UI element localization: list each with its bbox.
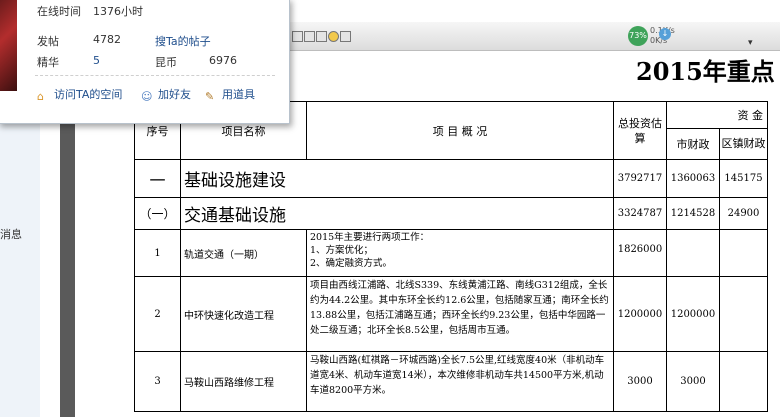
row-index: 一 xyxy=(134,159,181,198)
online-time-value: 1376小时 xyxy=(93,5,143,18)
row-city: 1360063 xyxy=(666,159,720,198)
user-info-card: 在线时间 1376小时 发帖 4782 搜Ta的帖子 精华 5 昆币 6976 … xyxy=(0,0,290,124)
row-name: 马鞍山西路维修工程 xyxy=(180,351,307,412)
row-total: 1200000 xyxy=(613,276,667,352)
sidebar-label: 消息 xyxy=(0,228,22,241)
card-divider xyxy=(35,75,275,76)
house-icon: ⌂ xyxy=(37,90,44,103)
essence-value[interactable]: 5 xyxy=(93,54,100,67)
row-total: 1826000 xyxy=(613,229,667,277)
header-overview: 项 目 概 况 xyxy=(306,101,614,160)
visit-space-label: 访问TA的空间 xyxy=(54,88,123,101)
download-icon[interactable]: ↓ xyxy=(659,28,671,40)
row-name: 基础设施建设 xyxy=(180,159,614,198)
row-overview: 项目由西线江浦路、北线S339、东线黄浦江路、南线G312组成，全长约为44.2… xyxy=(306,276,614,352)
row-index: 2 xyxy=(134,276,181,352)
viewer-toolbar: 73% 0.1K/s 0K/s ↓ ▾ xyxy=(288,22,780,51)
row-district xyxy=(719,229,768,277)
row-district: 24900 xyxy=(719,197,768,230)
table-row: 2 中环快速化改造工程 项目由西线江浦路、北线S339、东线黄浦江路、南线G31… xyxy=(134,276,768,352)
toolbar-button-1[interactable] xyxy=(292,31,303,42)
row-district: 145175 xyxy=(719,159,768,198)
row-name: 交通基础设施 xyxy=(180,197,614,230)
row-name: 中环快速化改造工程 xyxy=(180,276,307,352)
table-row: 1 轨道交通（一期） 2015年主要进行两项工作： 1、方案优化； 2、确定融资… xyxy=(134,229,768,277)
toolbar-button-3[interactable] xyxy=(316,31,327,42)
row-city xyxy=(666,229,720,277)
table-row: （一） 交通基础设施 3324787 1214528 24900 xyxy=(134,197,768,230)
table-row: 一 基础设施建设 3792717 1360063 145175 xyxy=(134,159,768,198)
row-index: 1 xyxy=(134,229,181,277)
coins-value: 6976 xyxy=(209,54,237,67)
toolbar-button-5[interactable] xyxy=(340,31,351,42)
row-index: （一） xyxy=(134,197,181,230)
row-total: 3000 xyxy=(613,351,667,412)
add-friend-button[interactable]: ☺ 加好友 xyxy=(141,86,191,103)
row-overview: 2015年主要进行两项工作： 1、方案优化； 2、确定融资方式。 xyxy=(306,229,614,277)
header-district-finance: 区镇财政 xyxy=(719,128,768,160)
table-row: 3 马鞍山西路维修工程 马鞍山西路(虹祺路－环城西路)全长7.5公里,红线宽度4… xyxy=(134,351,768,412)
visit-space-button[interactable]: ⌂ 访问TA的空间 xyxy=(37,86,123,103)
toolbar-button-2[interactable] xyxy=(304,31,315,42)
header-funding: 资 金 xyxy=(666,101,768,129)
wand-icon: ✎ xyxy=(205,90,215,103)
row-city: 1200000 xyxy=(666,276,720,352)
use-item-label: 用道具 xyxy=(222,88,255,101)
row-index: 3 xyxy=(134,351,181,412)
row-city: 1214528 xyxy=(666,197,720,230)
essence-label: 精华 xyxy=(37,56,59,69)
toolbar-menu-icon[interactable]: ▾ xyxy=(748,38,757,48)
coins-label: 昆币 xyxy=(155,56,177,69)
online-time-label: 在线时间 xyxy=(37,5,81,18)
zoom-indicator[interactable]: 73% xyxy=(628,26,648,46)
project-table: 序号 项目名称 项 目 概 况 总投资估 算 资 金 市财政 区镇财政 一 基础… xyxy=(134,101,768,412)
header-city-finance: 市财政 xyxy=(666,128,720,160)
use-item-button[interactable]: ✎ 用道具 xyxy=(205,86,255,103)
search-posts-link[interactable]: 搜Ta的帖子 xyxy=(155,33,211,49)
row-district xyxy=(719,351,768,412)
row-total: 3792717 xyxy=(613,159,667,198)
posts-value: 4782 xyxy=(93,33,121,46)
row-city: 3000 xyxy=(666,351,720,412)
toolbar-button-4[interactable] xyxy=(328,31,339,42)
header-total-investment: 总投资估 算 xyxy=(613,101,667,160)
row-overview: 马鞍山西路(虹祺路－环城西路)全长7.5公里,红线宽度40米（非机动车道宽4米、… xyxy=(306,351,614,412)
add-friend-label: 加好友 xyxy=(158,88,191,101)
posts-label: 发帖 xyxy=(37,35,59,48)
document-title: 2015年重点 xyxy=(636,57,775,86)
avatar[interactable] xyxy=(0,0,17,91)
row-district xyxy=(719,276,768,352)
users-icon: ☺ xyxy=(141,90,153,103)
row-total: 3324787 xyxy=(613,197,667,230)
row-name: 轨道交通（一期） xyxy=(180,229,307,277)
